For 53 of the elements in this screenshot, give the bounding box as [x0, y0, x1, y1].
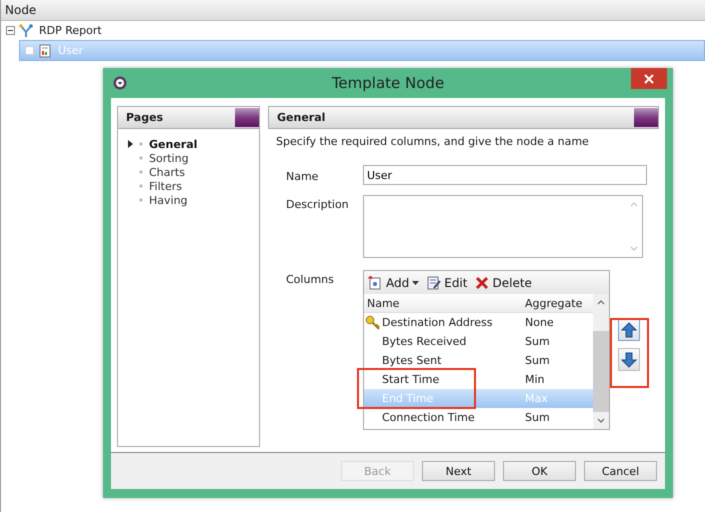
edit-button[interactable]: Edit	[425, 276, 470, 290]
delete-button[interactable]: Delete	[473, 276, 534, 290]
panel-title: Pages	[125, 111, 164, 124]
network-icon	[19, 24, 33, 38]
field-label: Description	[286, 197, 350, 211]
bullet-icon	[139, 170, 143, 174]
caret-icon	[412, 280, 420, 284]
delete-icon	[475, 276, 490, 290]
instruction-text: Specify the required columns, and give the node a name	[275, 134, 590, 150]
column-header[interactable]: Node	[1, 0, 705, 21]
page-item[interactable]: Sorting	[128, 151, 259, 165]
scroll-up-icon[interactable]	[597, 300, 605, 305]
column-row[interactable]: Destination Address None	[364, 313, 593, 332]
column-row[interactable]: Bytes Received Sum	[364, 332, 593, 351]
field-label: Columns	[286, 272, 335, 286]
new-document-icon	[368, 275, 383, 290]
move-down-button[interactable]	[618, 348, 640, 371]
dialog-button[interactable]: Next	[422, 461, 495, 481]
highlight-overlay	[610, 318, 649, 388]
arrow-up-icon	[621, 322, 637, 338]
bullet-icon	[139, 156, 143, 160]
bullet-icon	[139, 184, 143, 188]
pointer-icon	[128, 140, 133, 148]
panel-button[interactable]	[235, 108, 259, 127]
panel-title: General	[276, 111, 326, 124]
scroll-down-icon[interactable]	[597, 418, 605, 423]
column-header[interactable]: Aggregate	[525, 296, 593, 310]
close-icon	[644, 74, 654, 84]
field-label: Name	[286, 169, 320, 183]
move-up-button[interactable]	[618, 318, 640, 341]
tree-item[interactable]: RDP Report	[37, 23, 104, 38]
page-item[interactable]: General	[128, 137, 259, 151]
dialog-button[interactable]: OK	[503, 461, 576, 481]
scrollbar-thumb[interactable]	[593, 331, 609, 412]
page-item[interactable]: Filters	[128, 179, 259, 193]
dialog-title: Template Node	[332, 74, 444, 92]
arrow-down-icon	[621, 352, 637, 368]
name-input[interactable]: User	[363, 165, 647, 185]
column-header[interactable]: Name	[364, 296, 525, 310]
page-item[interactable]: Having	[128, 193, 259, 207]
edit-document-icon	[427, 276, 442, 290]
app-icon	[113, 76, 127, 90]
column-row[interactable]: Connection Time Sum	[364, 408, 593, 427]
report-icon	[38, 44, 52, 58]
bullet-icon	[139, 142, 143, 146]
dialog-button[interactable]: Cancel	[584, 461, 657, 481]
close-button[interactable]	[631, 68, 667, 89]
bullet-icon	[139, 198, 143, 202]
column-row[interactable]: Bytes Sent Sum	[364, 351, 593, 370]
collapse-icon[interactable]	[6, 26, 15, 35]
panel-button[interactable]	[634, 108, 658, 127]
add-button[interactable]: Add	[366, 275, 422, 290]
page-item[interactable]: Charts	[128, 165, 259, 179]
